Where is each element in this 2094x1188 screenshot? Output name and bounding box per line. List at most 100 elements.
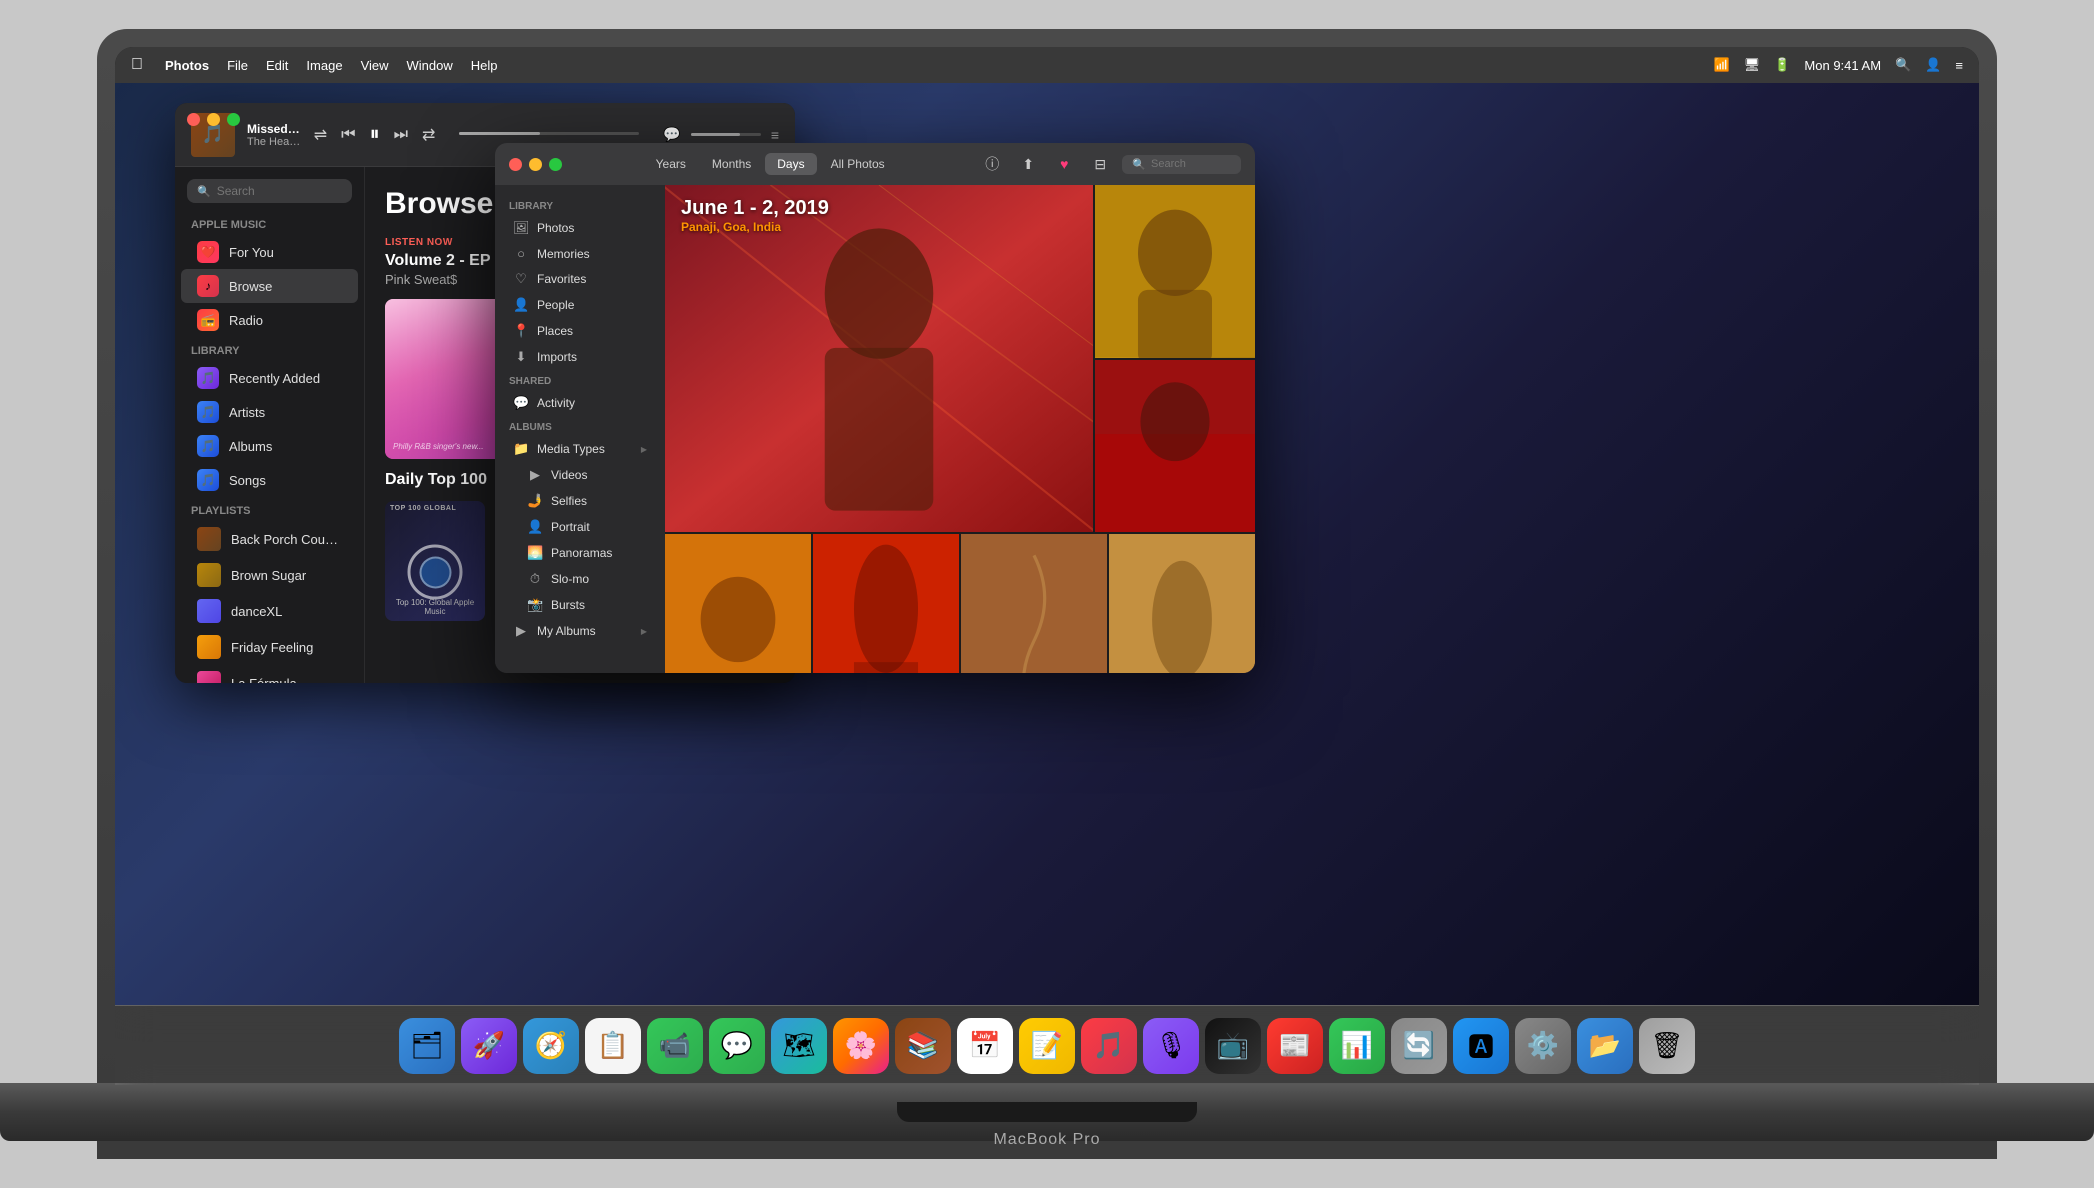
photo-main[interactable] <box>665 185 1093 532</box>
control-center-icon[interactable]: ≡ <box>1955 58 1963 73</box>
dock-trash[interactable]: 🗑 <box>1639 1018 1695 1074</box>
dock-notes[interactable]: 📝 <box>1019 1018 1075 1074</box>
photos-item-panoramas[interactable]: 🌅 Panoramas <box>499 540 661 566</box>
menu-window[interactable]: Window <box>407 58 453 73</box>
tab-months[interactable]: Months <box>700 153 763 175</box>
dock-numbers[interactable]: 📊 <box>1329 1018 1385 1074</box>
songs-icon: 🎵 <box>197 469 219 491</box>
dock-downloads[interactable]: 📂 <box>1577 1018 1633 1074</box>
app-name[interactable]: Photos <box>165 58 209 73</box>
dock-preferences[interactable]: ⚙️ <box>1515 1018 1571 1074</box>
play-pause-button[interactable]: ⏸ <box>370 123 380 146</box>
photo-bottom-2[interactable] <box>813 534 959 673</box>
sidebar-item-radio[interactable]: 📻 Radio <box>181 303 358 337</box>
photos-item-portrait[interactable]: 👤 Portrait <box>499 514 661 540</box>
sidebar-item-dancexl[interactable]: danceXL <box>181 593 358 629</box>
menu-image[interactable]: Image <box>306 58 342 73</box>
next-button[interactable]: ⏭ <box>394 126 408 144</box>
photos-item-bursts[interactable]: 📸 Bursts <box>499 592 661 618</box>
user-icon[interactable]: 👤 <box>1925 57 1941 73</box>
dock-maps[interactable]: 🗺 <box>771 1018 827 1074</box>
photos-minimize-button[interactable] <box>529 158 542 171</box>
sidebar-item-la-formula[interactable]: La Fórmula <box>181 665 358 683</box>
repeat-button[interactable]: ⇄ <box>422 125 435 145</box>
dock: 🗂 🚀 🧭 📋 📹 💬 🗺 🌸 📚 📅 📝 🎵 🎙 📺 📰 📊 🔄 🅰 ⚙️ 📂… <box>115 1005 1979 1085</box>
dock-facetime[interactable]: 📹 <box>647 1018 703 1074</box>
dock-news[interactable]: 📰 <box>1267 1018 1323 1074</box>
dock-books[interactable]: 📚 <box>895 1018 951 1074</box>
apple-menu[interactable]:  <box>131 56 143 74</box>
photos-search-input[interactable] <box>1151 158 1231 170</box>
dock-music[interactable]: 🎵 <box>1081 1018 1137 1074</box>
search-input[interactable] <box>217 184 342 198</box>
sidebar-item-brown-sugar[interactable]: Brown Sugar <box>181 557 358 593</box>
sidebar-item-back-porch[interactable]: Back Porch Country <box>181 521 358 557</box>
dock-tv[interactable]: 📺 <box>1205 1018 1261 1074</box>
sidebar-item-for-you[interactable]: ❤️ For You <box>181 235 358 269</box>
panoramas-label: Panoramas <box>551 546 612 560</box>
photos-item-favorites[interactable]: ♡ Favorites <box>499 266 661 292</box>
sidebar-search-box[interactable]: 🔍 <box>187 179 352 203</box>
photos-item-people[interactable]: 👤 People <box>499 292 661 318</box>
dock-migrate[interactable]: 🔄 <box>1391 1018 1447 1074</box>
photo-man-yellow[interactable] <box>1095 185 1255 358</box>
sidebar-item-recently-added[interactable]: 🎵 Recently Added <box>181 361 358 395</box>
photo-bottom-4[interactable] <box>1109 534 1255 673</box>
progress-bar[interactable] <box>459 132 639 135</box>
dock-finder[interactable]: 🗂 <box>399 1018 455 1074</box>
photos-item-memories[interactable]: ○ Memories <box>499 241 661 266</box>
photo-woman-sari[interactable] <box>1095 360 1255 533</box>
tab-days[interactable]: Days <box>765 153 816 175</box>
menu-help[interactable]: Help <box>471 58 498 73</box>
dock-safari[interactable]: 🧭 <box>523 1018 579 1074</box>
sidebar-item-browse[interactable]: ♪ Browse <box>181 269 358 303</box>
photos-item-media-types[interactable]: 📁 Media Types <box>499 436 661 462</box>
previous-button[interactable]: ⏮ <box>341 126 355 144</box>
sidebar-item-songs[interactable]: 🎵 Songs <box>181 463 358 497</box>
menu-file[interactable]: File <box>227 58 248 73</box>
photos-item-places[interactable]: 📍 Places <box>499 318 661 344</box>
photos-item-photos[interactable]: 🖼 Photos <box>499 215 661 241</box>
tab-all-photos[interactable]: All Photos <box>819 153 897 175</box>
photos-item-imports[interactable]: ⬇ Imports <box>499 344 661 370</box>
photos-item-my-albums[interactable]: ▶ My Albums <box>499 618 661 644</box>
shuffle-button[interactable]: ⇌ <box>314 125 327 145</box>
music-minimize-button[interactable] <box>207 113 220 126</box>
photos-item-selfies[interactable]: 🤳 Selfies <box>499 488 661 514</box>
menu-view[interactable]: View <box>361 58 389 73</box>
search-menubar-icon[interactable]: 🔍 <box>1895 57 1911 73</box>
photos-search-box[interactable]: 🔍 <box>1122 155 1241 174</box>
photos-item-slomo[interactable]: ⏱ Slo-mo <box>499 566 661 592</box>
volume-slider[interactable] <box>691 133 761 136</box>
photos-maximize-button[interactable] <box>549 158 562 171</box>
photos-item-activity[interactable]: 💬 Activity <box>499 390 661 416</box>
global-label: Top 100: Global Apple Music <box>385 598 485 617</box>
share-button[interactable]: ⬆ <box>1014 150 1042 178</box>
sidebar-item-artists[interactable]: 🎵 Artists <box>181 395 358 429</box>
dock-photos[interactable]: 🌸 <box>833 1018 889 1074</box>
queue-icon[interactable]: ≡ <box>771 127 779 143</box>
info-button[interactable]: ⓘ <box>978 150 1006 178</box>
lyrics-icon[interactable]: 💬 <box>663 126 680 143</box>
dock-calendar[interactable]: 📅 <box>957 1018 1013 1074</box>
music-maximize-button[interactable] <box>227 113 240 126</box>
photos-close-button[interactable] <box>509 158 522 171</box>
dock-launchpad[interactable]: 🚀 <box>461 1018 517 1074</box>
daily-card-global[interactable]: TOP 100 GLOBAL Top 100: Global Apple Mus… <box>385 501 485 621</box>
music-close-button[interactable] <box>187 113 200 126</box>
dock-podcasts[interactable]: 🎙 <box>1143 1018 1199 1074</box>
back-porch-label: Back Porch Country <box>231 532 342 547</box>
dock-reminders[interactable]: 📋 <box>585 1018 641 1074</box>
sidebar-item-friday-feeling[interactable]: Friday Feeling <box>181 629 358 665</box>
radio-label: Radio <box>229 313 263 328</box>
slideshow-button[interactable]: ⊟ <box>1086 150 1114 178</box>
photo-bottom-3[interactable] <box>961 534 1107 673</box>
photo-bottom-1[interactable] <box>665 534 811 673</box>
sidebar-item-albums[interactable]: 🎵 Albums <box>181 429 358 463</box>
tab-years[interactable]: Years <box>644 153 698 175</box>
dock-messages[interactable]: 💬 <box>709 1018 765 1074</box>
photos-item-videos[interactable]: ▶ Videos <box>499 462 661 488</box>
dock-appstore[interactable]: 🅰 <box>1453 1018 1509 1074</box>
favorite-button[interactable]: ♥ <box>1050 150 1078 178</box>
menu-edit[interactable]: Edit <box>266 58 288 73</box>
